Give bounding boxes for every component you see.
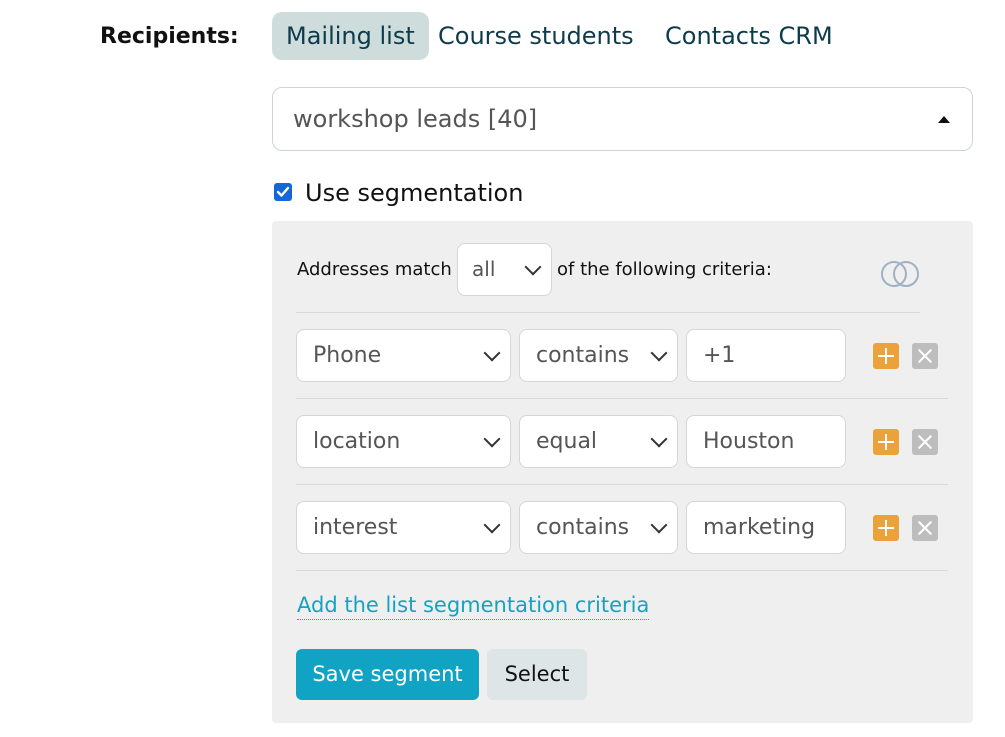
divider [296,312,920,313]
rule-field-select[interactable]: interest [296,501,511,554]
match-prefix-text: Addresses match [297,259,452,280]
match-suffix-text: of the following criteria: [557,259,772,280]
rule-operator-select[interactable]: contains [519,501,678,554]
close-icon[interactable] [912,343,938,369]
use-segmentation-checkbox[interactable] [274,183,292,201]
match-mode-select[interactable]: all [457,243,552,296]
plus-icon[interactable] [873,343,899,369]
match-mode-value: all [472,257,496,281]
rule-value-input[interactable]: marketing [686,501,846,554]
plus-icon[interactable] [873,515,899,541]
close-icon[interactable] [912,515,938,541]
tab-contacts-crm[interactable]: Contacts CRM [665,12,833,60]
rule-operator-value: contains [536,343,630,368]
chevron-down-icon [650,516,668,534]
rule-value-input[interactable]: +1 [686,329,846,382]
rule-field-value: interest [313,515,398,540]
rule-operator-select[interactable]: equal [519,415,678,468]
mailing-list-select[interactable]: workshop leads [40] [272,87,973,151]
rule-field-value: Phone [313,343,382,368]
close-icon[interactable] [912,429,938,455]
mailing-list-select-value: workshop leads [40] [293,105,538,133]
chevron-down-icon [650,344,668,362]
divider [296,398,948,399]
rule-operator-select[interactable]: contains [519,329,678,382]
tab-course-students[interactable]: Course students [438,12,634,60]
plus-icon[interactable] [873,429,899,455]
divider [296,570,948,571]
checkmark-icon [276,186,290,197]
rule-operator-value: equal [536,429,598,454]
segmentation-panel [272,221,973,723]
tab-mailing-list[interactable]: Mailing list [272,12,429,60]
select-button[interactable]: Select [487,649,587,700]
add-criteria-link[interactable]: Add the list segmentation criteria [297,590,650,620]
rule-value-input[interactable]: Houston [686,415,846,468]
rule-field-select[interactable]: location [296,415,511,468]
chevron-down-icon [483,516,501,534]
venn-diagram-icon[interactable] [879,259,921,289]
save-segment-button[interactable]: Save segment [296,649,479,700]
chevron-down-icon [483,344,501,362]
rule-operator-value: contains [536,515,630,540]
chevron-down-icon [483,430,501,448]
divider [296,484,948,485]
chevron-down-icon [650,430,668,448]
caret-up-icon [938,116,950,123]
rule-field-select[interactable]: Phone [296,329,511,382]
chevron-down-icon [524,258,542,276]
rule-field-value: location [313,429,401,454]
use-segmentation-label[interactable]: Use segmentation [305,176,523,210]
recipients-label: Recipients: [100,24,239,49]
